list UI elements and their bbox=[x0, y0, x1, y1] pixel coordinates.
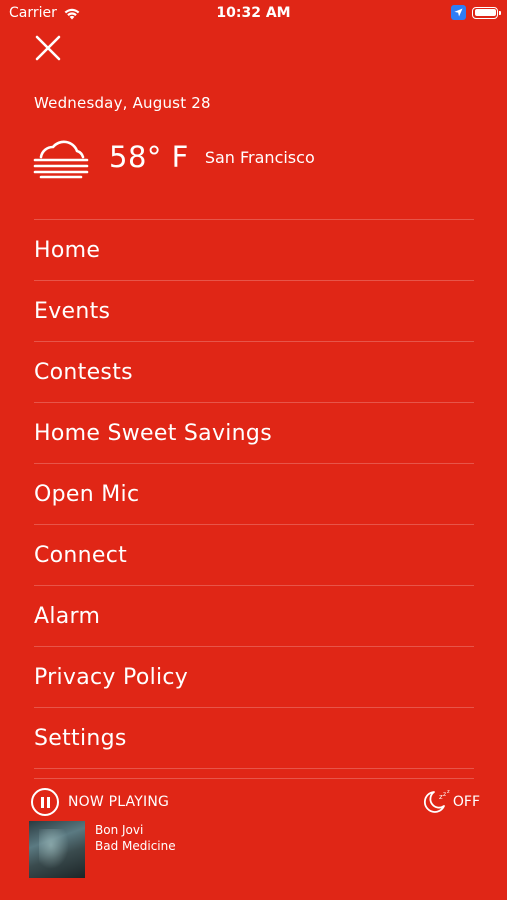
close-icon bbox=[35, 35, 61, 61]
location-arrow-icon bbox=[451, 5, 466, 20]
menu-item-label: Settings bbox=[34, 726, 127, 751]
side-menu: Home Events Contests Home Sweet Savings … bbox=[34, 219, 474, 769]
battery-icon bbox=[472, 6, 501, 19]
menu-item-settings[interactable]: Settings bbox=[34, 708, 474, 769]
now-playing-label: NOW PLAYING bbox=[68, 794, 170, 810]
menu-item-events[interactable]: Events bbox=[34, 281, 474, 342]
temperature: 58° F bbox=[109, 140, 189, 174]
menu-item-home[interactable]: Home bbox=[34, 220, 474, 281]
current-date: Wednesday, August 28 bbox=[34, 94, 211, 112]
city-name: San Francisco bbox=[204, 147, 315, 167]
menu-item-label: Open Mic bbox=[34, 482, 140, 507]
menu-item-label: Connect bbox=[34, 543, 128, 568]
pause-icon bbox=[40, 796, 50, 808]
menu-item-connect[interactable]: Connect bbox=[34, 525, 474, 586]
track-artist: Bon Jovi bbox=[95, 823, 144, 837]
menu-item-home-sweet-savings[interactable]: Home Sweet Savings bbox=[34, 403, 474, 464]
menu-item-privacy-policy[interactable]: Privacy Policy bbox=[34, 647, 474, 708]
sleep-moon-icon: z z z bbox=[423, 789, 450, 813]
menu-item-label: Events bbox=[34, 299, 111, 324]
current-track[interactable]: Bon Jovi Bad Medicine bbox=[29, 821, 176, 878]
menu-item-label: Alarm bbox=[34, 604, 101, 629]
svg-text:z: z bbox=[447, 789, 450, 795]
track-title: Bad Medicine bbox=[95, 839, 176, 853]
close-button[interactable] bbox=[33, 33, 63, 63]
fog-cloud-icon bbox=[33, 140, 89, 179]
svg-text:z: z bbox=[443, 791, 446, 798]
menu-item-label: Home bbox=[34, 238, 101, 263]
menu-item-label: Home Sweet Savings bbox=[34, 421, 272, 446]
track-info: Bon Jovi Bad Medicine bbox=[95, 821, 176, 878]
status-time: 10:32 AM bbox=[216, 5, 291, 21]
now-playing-bar: NOW PLAYING bbox=[31, 788, 169, 816]
album-art bbox=[29, 821, 85, 878]
menu-item-label: Contests bbox=[34, 360, 133, 385]
menu-item-label: Privacy Policy bbox=[34, 665, 189, 690]
menu-item-open-mic[interactable]: Open Mic bbox=[34, 464, 474, 525]
status-bar: Carrier 10:32 AM bbox=[0, 0, 507, 28]
menu-item-contests[interactable]: Contests bbox=[34, 342, 474, 403]
pause-button[interactable] bbox=[31, 788, 59, 816]
sleep-timer-label: OFF bbox=[452, 794, 480, 810]
status-right bbox=[451, 5, 501, 20]
player-divider bbox=[34, 778, 474, 779]
menu-item-alarm[interactable]: Alarm bbox=[34, 586, 474, 647]
sleep-timer-toggle[interactable]: z z z OFF bbox=[422, 789, 480, 815]
weather-widget: 58° F San Francisco bbox=[33, 133, 315, 181]
